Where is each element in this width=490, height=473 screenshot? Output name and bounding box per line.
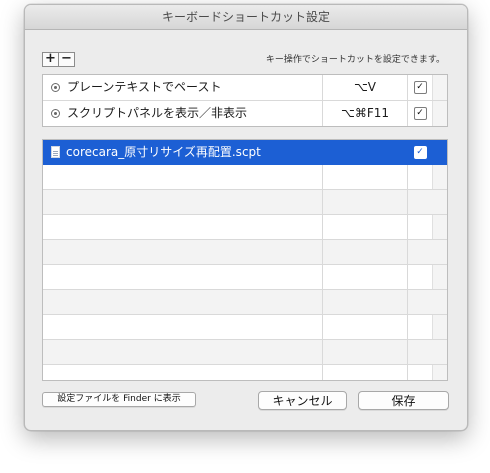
add-remove-control: + − — [42, 52, 75, 67]
hint-text: キー操作でショートカットを設定できます。 — [265, 55, 445, 65]
shortcut-name: プレーンテキストでペースト — [67, 80, 222, 94]
empty-row — [43, 165, 447, 190]
shortcut-key[interactable]: ⌥⌘F11 — [323, 101, 408, 126]
remove-button[interactable]: − — [59, 52, 75, 67]
builtin-shortcut-table: プレーンテキストでペースト ⌥V ✓ スクリプトパネルを表示／非表示 ⌥⌘F11… — [42, 74, 448, 127]
empty-row — [43, 315, 447, 340]
empty-row — [43, 240, 447, 265]
clock-icon — [51, 83, 60, 92]
table-row[interactable]: スクリプトパネルを表示／非表示 ⌥⌘F11 ✓ — [43, 101, 447, 126]
empty-row — [43, 265, 447, 290]
empty-row — [43, 290, 447, 315]
clock-icon — [51, 109, 60, 118]
empty-row — [43, 365, 447, 380]
enabled-checkbox[interactable]: ✓ — [413, 107, 427, 120]
empty-row — [43, 215, 447, 240]
script-name: corecara_原寸リサイズ再配置.scpt — [66, 145, 261, 159]
script-file-icon — [51, 146, 60, 158]
table-row-selected[interactable]: corecara_原寸リサイズ再配置.scpt ✓ — [43, 140, 447, 165]
window-title: キーボードショートカット設定 — [25, 5, 467, 30]
script-shortcut-table: corecara_原寸リサイズ再配置.scpt ✓ — [42, 139, 448, 381]
empty-row — [43, 340, 447, 365]
enabled-checkbox[interactable]: ✓ — [413, 146, 427, 159]
table-row[interactable]: プレーンテキストでペースト ⌥V ✓ — [43, 75, 447, 101]
enabled-checkbox[interactable]: ✓ — [413, 81, 427, 94]
shortcut-key[interactable]: ⌥V — [323, 75, 408, 100]
add-button[interactable]: + — [42, 52, 59, 67]
empty-row — [43, 190, 447, 215]
save-button[interactable]: 保存 — [358, 391, 449, 410]
shortcut-settings-window: キーボードショートカット設定 + − キー操作でショートカットを設定できます。 … — [24, 4, 468, 431]
shortcut-name: スクリプトパネルを表示／非表示 — [67, 106, 248, 120]
shortcut-key[interactable] — [323, 140, 408, 164]
cancel-button[interactable]: キャンセル — [258, 391, 347, 410]
reveal-in-finder-button[interactable]: 設定ファイルを Finder に表示 — [42, 392, 196, 407]
